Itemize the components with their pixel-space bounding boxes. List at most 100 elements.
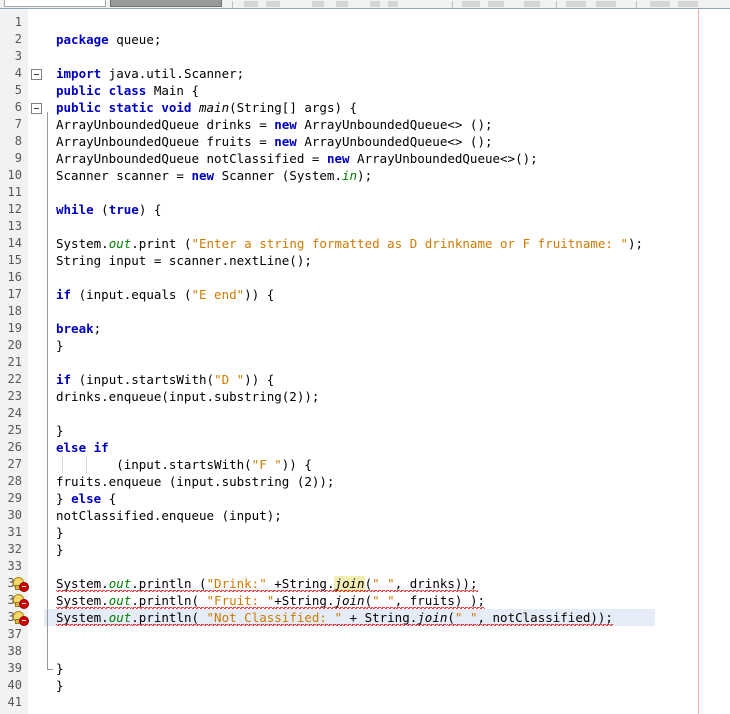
fold-collapse-box[interactable] [31, 69, 42, 80]
code-line-text: } else { [56, 491, 117, 506]
line-number: 3 [14, 49, 22, 63]
code-line-text: notClassified.enqueue (input); [56, 508, 282, 523]
code-line-text: else if [56, 440, 109, 455]
code-line[interactable]: 20} [0, 337, 730, 354]
code-editor[interactable]: 1 2 package queue; 3 4 import java.util.Scann… [0, 9, 730, 714]
code-line[interactable]: 23 drinks.enqueue(input.substring(2)); [0, 388, 730, 405]
code-line[interactable]: 38 [0, 643, 730, 660]
code-line-text: public class Main { [56, 83, 199, 98]
build-icon[interactable] [596, 1, 616, 7]
line-number: 14 [7, 236, 22, 250]
line-number: 26 [7, 440, 22, 454]
save-icon[interactable] [244, 1, 258, 7]
code-line-text: Scanner scanner = new Scanner (System.in… [56, 168, 373, 183]
code-line-text: break; [56, 321, 102, 336]
line-number: 38 [7, 644, 22, 658]
code-line[interactable]: 19 break; [0, 320, 730, 337]
code-line[interactable]: 35System.out.println( "Fruit: "+String.j… [0, 592, 730, 609]
error-hint-icon[interactable] [12, 610, 29, 626]
code-line[interactable]: 25} [0, 422, 730, 439]
stop-icon[interactable] [650, 1, 670, 7]
code-line[interactable]: 31} [0, 524, 730, 541]
line-number: 39 [7, 661, 22, 675]
undo-icon[interactable] [312, 1, 324, 7]
code-line[interactable]: 29} else { [0, 490, 730, 507]
error-hint-icon[interactable] [12, 593, 29, 609]
code-line-text: if (input.startsWith("D ")) { [56, 372, 275, 387]
run-icon[interactable] [488, 1, 504, 7]
code-line[interactable]: 26 else if [0, 439, 730, 456]
fold-collapse-box[interactable] [31, 103, 42, 114]
cut-icon[interactable] [370, 1, 380, 7]
code-line[interactable]: 10 Scanner scanner = new Scanner (System.… [0, 167, 730, 184]
code-line-text: } [56, 525, 64, 540]
line-number: 21 [7, 355, 22, 369]
code-line[interactable]: 16 [0, 269, 730, 286]
code-line[interactable]: 8 ArrayUnboundedQueue fruits = new ArrayU… [0, 133, 730, 150]
code-line[interactable]: 37 [0, 626, 730, 643]
code-line[interactable]: 32} [0, 541, 730, 558]
code-line[interactable]: 39} [0, 660, 730, 677]
line-number: 28 [7, 474, 22, 488]
line-number: 30 [7, 508, 22, 522]
code-line[interactable]: 24 [0, 405, 730, 422]
code-line[interactable]: 11 [0, 184, 730, 201]
code-line-text: ArrayUnboundedQueue drinks = new ArrayUn… [56, 117, 493, 132]
line-number: 24 [7, 406, 22, 420]
line-number: 23 [7, 389, 22, 403]
code-line[interactable]: 3 [0, 48, 730, 65]
code-line[interactable]: 40} [0, 677, 730, 694]
code-line[interactable]: 7 ArrayUnboundedQueue drinks = new ArrayU… [0, 116, 730, 133]
code-line[interactable]: 30 notClassified.enqueue (input); [0, 507, 730, 524]
team-icon[interactable] [678, 1, 698, 7]
main-toolbar[interactable] [0, 0, 730, 9]
code-area[interactable]: 1 2 package queue; 3 4 import java.util.Scann… [0, 9, 730, 714]
paste-icon[interactable] [462, 1, 480, 7]
code-line[interactable]: 12 while (true) { [0, 201, 730, 218]
line-number: 9 [14, 151, 22, 165]
line-number: 7 [14, 117, 22, 131]
code-line[interactable]: 41 [0, 694, 730, 711]
line-number: 19 [7, 321, 22, 335]
code-line[interactable]: 21 [0, 354, 730, 371]
toolbar-config-dropdown[interactable] [110, 0, 222, 7]
code-line[interactable]: 1 [0, 14, 730, 31]
code-line[interactable]: 9 ArrayUnboundedQueue notClassified = new… [0, 150, 730, 167]
profile-icon[interactable] [566, 1, 586, 7]
line-number: 31 [7, 525, 22, 539]
code-line[interactable]: 14 System.out.print ("Enter a string form… [0, 235, 730, 252]
code-line-text: package queue; [56, 32, 162, 47]
line-number: 27 [7, 457, 22, 471]
line-number: 16 [7, 270, 22, 284]
code-line[interactable]: 18 [0, 303, 730, 320]
code-line[interactable]: 15 String input = scanner.nextLine(); [0, 252, 730, 269]
code-line[interactable]: 34System.out.println ("Drink:" +String.j… [0, 575, 730, 592]
code-line[interactable]: 5 public class Main { [0, 82, 730, 99]
code-line[interactable]: 4 import java.util.Scanner; [0, 65, 730, 82]
code-line[interactable]: 27 (input.startsWith("F ")) { [0, 456, 730, 473]
code-line[interactable]: 22 if (input.startsWith("D ")) { [0, 371, 730, 388]
code-line[interactable]: 6 public static void main(String[] args) … [0, 99, 730, 116]
code-line[interactable]: 28 fruits.enqueue (input.substring (2)); [0, 473, 730, 490]
redo-icon[interactable] [336, 1, 348, 7]
code-line[interactable]: 13 [0, 218, 730, 235]
line-number: 37 [7, 627, 22, 641]
code-line-text: System.out.print ("Enter a string format… [56, 236, 644, 251]
code-line-text: ArrayUnboundedQueue notClassified = new … [56, 151, 538, 166]
error-hint-icon[interactable] [12, 576, 29, 592]
code-line[interactable]: 17 if (input.equals ("E end")) { [0, 286, 730, 303]
line-number: 10 [7, 168, 22, 182]
code-line[interactable]: 33 [0, 558, 730, 575]
code-line-text: import java.util.Scanner; [56, 66, 245, 81]
line-number: 40 [7, 678, 22, 692]
line-number: 12 [7, 202, 22, 216]
debug-icon[interactable] [524, 1, 540, 7]
code-line[interactable]: 2 package queue; [0, 31, 730, 48]
open-icon[interactable] [266, 1, 280, 7]
code-line-text: ArrayUnboundedQueue fruits = new ArrayUn… [56, 134, 493, 149]
copy-icon[interactable] [388, 1, 398, 7]
line-number: 25 [7, 423, 22, 437]
code-line[interactable]: 36System.out.println( "Not Classified: "… [0, 609, 730, 626]
toolbar-text-field[interactable] [4, 0, 106, 7]
code-line-text: } [56, 542, 64, 557]
